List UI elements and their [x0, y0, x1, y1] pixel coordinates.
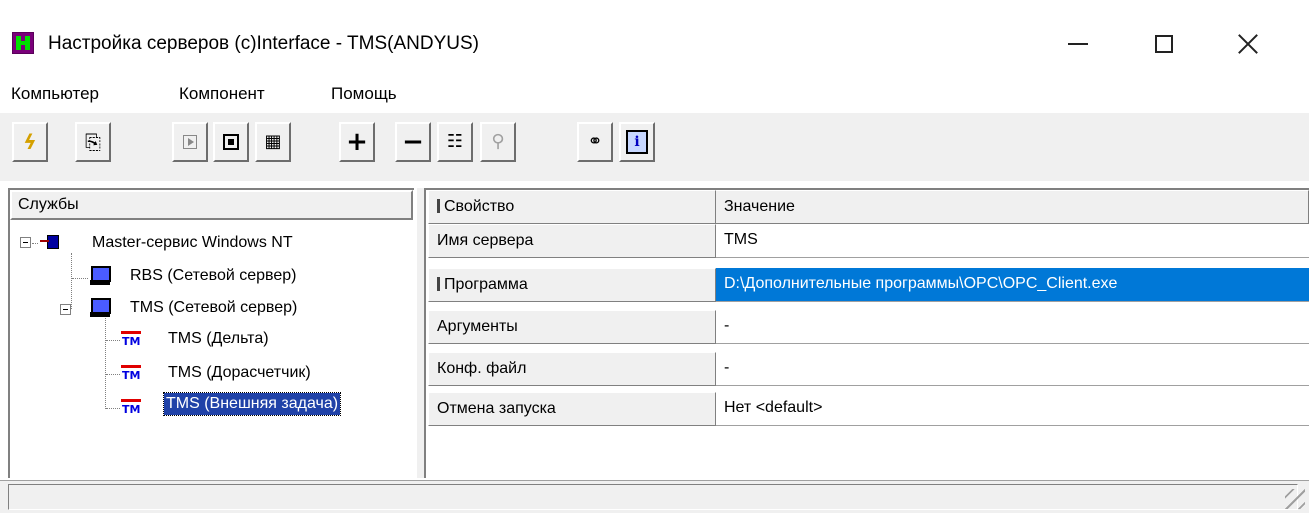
menu-item-component[interactable]: Компонент	[179, 82, 265, 106]
property-name: Отмена запуска	[428, 392, 716, 426]
tree-connector	[106, 340, 120, 341]
table-row[interactable]: Конф. файл -	[428, 352, 1309, 386]
property-name: Имя сервера	[428, 224, 716, 258]
property-value[interactable]: Нет <default>	[716, 392, 1309, 426]
column-header-value[interactable]: Значение	[716, 190, 1309, 224]
properties-icon: ☷	[446, 131, 464, 152]
window-title: Настройка серверов (c)Interface - TMS(AN…	[48, 33, 479, 54]
property-value[interactable]: TMS	[716, 224, 1309, 258]
remove-icon: −	[402, 127, 424, 157]
tm-icon	[120, 362, 142, 384]
connect-button[interactable]: ⚭	[577, 122, 613, 162]
remove-button[interactable]: −	[395, 122, 431, 162]
table-row[interactable]: Аргументы -	[428, 310, 1309, 344]
property-name: Программа	[428, 268, 716, 302]
column-header-property[interactable]: Свойство	[428, 190, 716, 224]
tree-node-tms-calc[interactable]: TMS (Дорасчетчик)	[168, 362, 311, 384]
run-lightning-icon: ϟ	[23, 130, 37, 154]
info-icon: i	[626, 130, 648, 154]
connect-icon: ⚭	[587, 131, 603, 152]
property-value[interactable]: -	[716, 352, 1309, 386]
services-icon: ▦	[264, 131, 282, 152]
properties-button[interactable]: ☷	[437, 122, 473, 162]
status-panel	[8, 484, 1298, 510]
start-button[interactable]	[172, 122, 208, 162]
computer-icon	[90, 298, 111, 318]
stop-button[interactable]	[213, 122, 249, 162]
tm-icon	[120, 328, 142, 350]
property-name: Конф. файл	[428, 352, 716, 386]
table-row[interactable]: Отмена запуска Нет <default>	[428, 392, 1309, 426]
run-button[interactable]: ϟ	[12, 122, 48, 162]
info-button[interactable]: i	[619, 122, 655, 162]
services-button[interactable]: ▦	[255, 122, 291, 162]
tm-icon	[120, 396, 142, 418]
start-icon	[183, 135, 197, 149]
property-name: Аргументы	[428, 310, 716, 344]
collapse-icon[interactable]	[60, 304, 71, 315]
find-icon: ⚲	[491, 131, 505, 152]
maximize-icon	[1155, 35, 1173, 53]
property-value[interactable]: -	[716, 310, 1309, 344]
tree-connector	[106, 408, 120, 409]
export-button[interactable]: ⎘	[75, 122, 111, 162]
menu-item-computer[interactable]: Компьютер	[11, 82, 99, 106]
close-icon	[1237, 33, 1259, 55]
export-icon: ⎘	[85, 130, 101, 154]
column-marker-icon	[437, 199, 440, 213]
add-button[interactable]: +	[339, 122, 375, 162]
table-row[interactable]: Программа D:\Дополнительные программы\OP…	[428, 268, 1309, 302]
tree-connector	[106, 374, 120, 375]
pane-splitter[interactable]	[416, 188, 426, 478]
grid-header-row: Свойство Значение	[428, 190, 1309, 224]
stop-icon	[223, 134, 239, 150]
tree-node-master-service[interactable]: Master-сервис Windows NT	[92, 232, 293, 254]
tree-node-tms[interactable]: TMS (Сетевой сервер)	[130, 297, 297, 319]
menu-item-help[interactable]: Помощь	[331, 82, 397, 106]
property-value[interactable]: D:\Дополнительные программы\OPC\OPC_Clie…	[716, 268, 1309, 302]
table-row[interactable]: Имя сервера TMS	[428, 224, 1309, 258]
resize-grip-icon[interactable]	[1285, 489, 1305, 509]
tree-connector	[72, 278, 88, 279]
computer-icon	[90, 266, 111, 286]
maximize-button[interactable]	[1141, 24, 1187, 64]
network-icon	[40, 234, 62, 252]
tree-connector	[71, 253, 72, 309]
tree-node-tms-external[interactable]: TMS (Внешняя задача)	[162, 392, 342, 416]
minimize-button[interactable]	[1055, 24, 1101, 64]
tree-node-rbs[interactable]: RBS (Сетевой сервер)	[130, 265, 296, 287]
minimize-icon	[1068, 43, 1088, 45]
collapse-icon[interactable]	[20, 237, 31, 248]
add-icon: +	[346, 127, 368, 157]
tree-node-tms-delta[interactable]: TMS (Дельта)	[168, 328, 269, 350]
row-marker-icon	[437, 277, 440, 291]
close-button[interactable]	[1225, 24, 1271, 64]
tree-header[interactable]: Службы	[10, 190, 413, 220]
tree-connector	[105, 312, 106, 409]
app-icon	[12, 32, 34, 54]
tree-connector	[32, 243, 38, 244]
find-button[interactable]: ⚲	[480, 122, 516, 162]
